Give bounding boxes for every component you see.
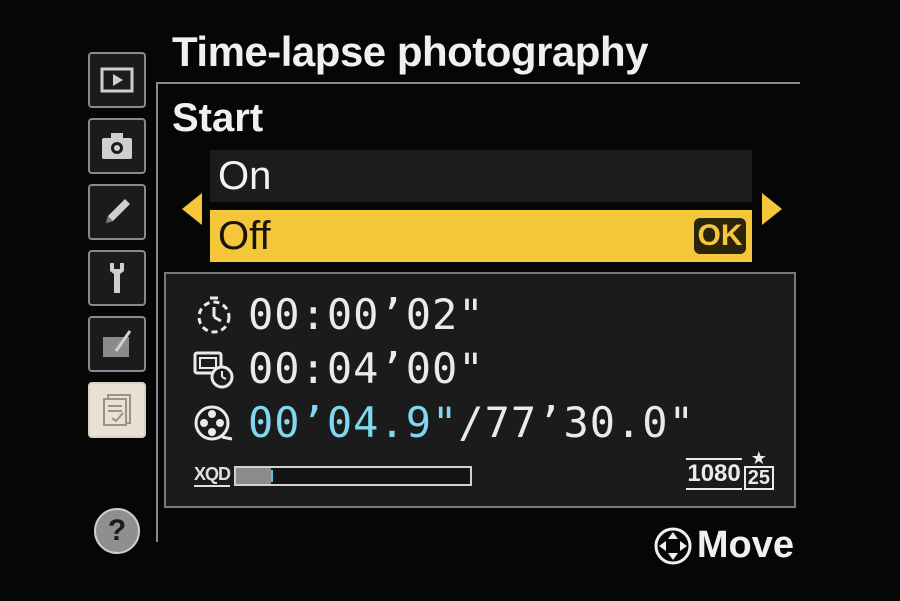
tab-custom-settings[interactable] bbox=[88, 184, 146, 240]
frame-rate-block: ★ 25 bbox=[743, 448, 774, 490]
shooting-time-row: 00:04’00" bbox=[192, 344, 485, 393]
frame-size: 1080 bbox=[686, 458, 742, 490]
playback-icon bbox=[100, 67, 134, 93]
movie-quality-indicator: 1080 ★ 25 bbox=[686, 448, 774, 490]
tab-retouch[interactable] bbox=[88, 316, 146, 372]
quality-star-icon: ★ bbox=[750, 448, 767, 468]
shooting-time-icon bbox=[193, 351, 234, 388]
camera-icon bbox=[102, 133, 132, 159]
shooting-time-value: 00:04’00" bbox=[248, 344, 485, 393]
option-off-label: Off bbox=[218, 213, 271, 258]
title-divider bbox=[156, 82, 800, 84]
frame-rate: 25 bbox=[743, 466, 774, 490]
tab-recent-settings[interactable] bbox=[88, 382, 146, 438]
arrow-left-icon[interactable] bbox=[182, 193, 202, 225]
interval-row: 00:00’02" bbox=[192, 290, 485, 339]
movie-length-value: 00’04.9" bbox=[248, 398, 459, 447]
storage-label: XQD bbox=[194, 464, 231, 487]
interval-value: 00:00’02" bbox=[248, 290, 485, 339]
tab-setup[interactable] bbox=[88, 250, 146, 306]
move-label: Move bbox=[696, 524, 794, 566]
wrench-icon bbox=[110, 263, 124, 293]
storage-indicator: XQD bbox=[194, 464, 473, 487]
option-on-label: On bbox=[218, 153, 272, 198]
ok-badge: OK bbox=[694, 218, 746, 254]
interval-timer-icon bbox=[197, 296, 231, 333]
timelapse-info-panel: 00:00’02" 00:04’00" 00’04.9" /77’30.0" X… bbox=[164, 272, 796, 508]
help-button[interactable]: ? bbox=[94, 508, 140, 554]
page-title: Time-lapse photography bbox=[172, 28, 648, 75]
recent-settings-icon bbox=[103, 394, 131, 426]
camera-menu-screen: ? Time-lapse photography Start On Off OK… bbox=[0, 0, 900, 601]
movie-total-value: /77’30.0" bbox=[458, 398, 695, 447]
retouch-icon bbox=[103, 330, 132, 357]
tab-playback[interactable] bbox=[88, 52, 146, 108]
submenu-title: Start bbox=[172, 96, 264, 140]
movie-length-row: 00’04.9" /77’30.0" bbox=[192, 398, 695, 447]
storage-fill bbox=[236, 467, 272, 484]
option-on[interactable]: On bbox=[210, 150, 752, 202]
move-hint: Move bbox=[653, 524, 794, 567]
sidebar-divider bbox=[156, 82, 158, 542]
pencil-icon bbox=[106, 199, 130, 223]
film-reel-icon bbox=[194, 405, 233, 440]
tab-shooting[interactable] bbox=[88, 118, 146, 174]
option-off[interactable]: Off OK bbox=[210, 210, 752, 262]
storage-tick bbox=[271, 469, 274, 482]
arrow-right-icon[interactable] bbox=[762, 193, 782, 225]
storage-bar bbox=[234, 465, 473, 486]
multi-selector-icon bbox=[654, 527, 692, 564]
